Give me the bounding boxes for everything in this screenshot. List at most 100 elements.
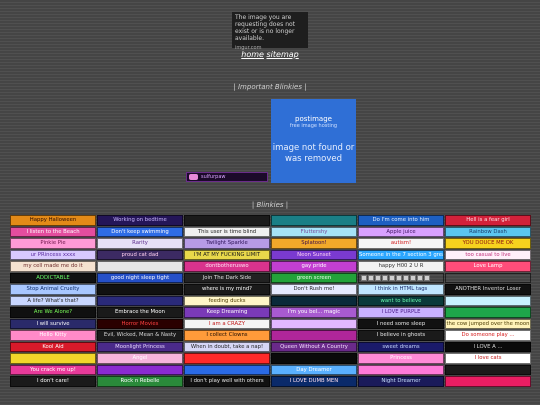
blinkie[interactable]: the cow jumped over the moon [445, 318, 531, 329]
blinkie[interactable]: I'M AT MY FUCKING LIMIT [184, 249, 270, 260]
blinkies-title: | Blinkies | [251, 201, 289, 209]
blinkie[interactable]: ur PRincess xxxx [10, 249, 96, 260]
blinkie[interactable]: Hello Kitty [10, 330, 96, 341]
blinkie-grid: Happy Halloween Working on bedtime Do I'm … [10, 215, 531, 387]
blinkie[interactable] [97, 261, 183, 272]
blinkie[interactable]: happy H00 2 U R [358, 261, 444, 272]
blinkie[interactable] [97, 284, 183, 295]
blinkie[interactable]: want to believe [358, 295, 444, 306]
blinkie[interactable] [271, 318, 357, 329]
blinkie[interactable]: dontbotheruswo [184, 261, 270, 272]
blinkie[interactable]: Pinkie Pie [10, 238, 96, 249]
blinkie[interactable]: sweet dreams [358, 341, 444, 352]
blinkie[interactable] [271, 215, 357, 226]
blinkie[interactable] [445, 307, 531, 318]
blinkie[interactable]: I think in HTML tags [358, 284, 444, 295]
blinkie[interactable]: Neon Sunset [271, 249, 357, 260]
broken-image-icon [382, 274, 388, 281]
blinkie[interactable]: Keep Dreaming [184, 307, 270, 318]
blinkie[interactable]: Night Dreamer [358, 376, 444, 387]
blinkie[interactable] [445, 364, 531, 375]
blinkie[interactable]: I need some sleep [358, 318, 444, 329]
blinkie[interactable]: I love cats [445, 353, 531, 364]
blinkie[interactable]: Rarity [97, 238, 183, 249]
blinkie[interactable] [445, 272, 531, 283]
blinkie[interactable]: too casual to live [445, 249, 531, 260]
blinkie[interactable]: I am a CRAZY [184, 318, 270, 329]
blinkie[interactable]: Rock n Rebelle [97, 376, 183, 387]
blinkie[interactable]: my cell made me do it [10, 261, 96, 272]
blinkie[interactable]: I'm you bel... magic [271, 307, 357, 318]
blinkie[interactable]: green screen [271, 272, 357, 283]
blinkie[interactable]: where is my mind? [184, 284, 270, 295]
blinkie[interactable]: Day Dreamer [271, 364, 357, 375]
blinkie[interactable]: Fluttershy [271, 226, 357, 237]
broken-image-icon [410, 274, 416, 281]
blinkie[interactable] [271, 330, 357, 341]
blinkie[interactable]: ADDICTABLE [10, 272, 96, 283]
blinkie[interactable]: Do I'm come into him [358, 215, 444, 226]
blinkie[interactable]: Don't keep swimming [97, 226, 183, 237]
blinkie[interactable]: Embrace the Moon [97, 307, 183, 318]
blinkie[interactable]: autism! [358, 238, 444, 249]
blinkie[interactable]: I listen to the Beach [10, 226, 96, 237]
blinkie[interactable]: Rainbow Dash [445, 226, 531, 237]
blinkie[interactable]: I LOVE PURPLE [358, 307, 444, 318]
blinkie[interactable] [271, 353, 357, 364]
blinkie[interactable]: Princess [358, 353, 444, 364]
blinkie[interactable]: I don't play well with others [184, 376, 270, 387]
blinkie[interactable]: Moonlight Princess [97, 341, 183, 352]
blinkie[interactable]: This user is time blind [184, 226, 270, 237]
blinkie[interactable]: proud cat dad [97, 249, 183, 260]
blinkie[interactable]: Twilight Sparkle [184, 238, 270, 249]
blinkie[interactable]: I don't care! [10, 376, 96, 387]
blinkie[interactable]: Horror Movies [97, 318, 183, 329]
blinkie[interactable]: ANOTHER Inventor Loser [445, 284, 531, 295]
broken-image-icon [417, 274, 423, 281]
blinkie[interactable]: I collect Clowns [184, 330, 270, 341]
blinkie[interactable] [184, 364, 270, 375]
blinkie[interactable]: Working on bedtime [97, 215, 183, 226]
blinkie[interactable] [271, 295, 357, 306]
blinkie[interactable]: YOU DOUCE ME OK [445, 238, 531, 249]
blinkie[interactable]: I will survive [10, 318, 96, 329]
blinkie[interactable]: Are We Alone? [10, 307, 96, 318]
blinkie[interactable]: Happy Halloween [10, 215, 96, 226]
blinkie[interactable] [445, 295, 531, 306]
blinkie[interactable]: Apple juice [358, 226, 444, 237]
blinkie[interactable]: I believe in ghosts [358, 330, 444, 341]
blinkie[interactable]: You crack me up! [10, 364, 96, 375]
important-blinkies-title: | Important Blinkies | [233, 83, 307, 91]
blinkie[interactable] [184, 353, 270, 364]
blinkie[interactable] [97, 364, 183, 375]
blinkie[interactable]: Stop Animal Cruelty [10, 284, 96, 295]
blinkie[interactable]: Someone in the 7 section 3 great [358, 249, 444, 260]
blinkie[interactable]: Do someone play ... [445, 330, 531, 341]
blinkie[interactable]: When in doubt, take a nap! [184, 341, 270, 352]
imgur-missing-image: The image you are requesting does not ex… [232, 12, 308, 51]
home-link[interactable]: home [241, 50, 264, 59]
blinkie[interactable]: I LOVE DUMB MEN [271, 376, 357, 387]
sitemap-link[interactable]: sitemap [267, 50, 299, 59]
blinkie[interactable]: feeding ducks [184, 295, 270, 306]
blinkie[interactable] [10, 353, 96, 364]
blinkie[interactable]: Evil, Wicked, Mean & Nasty [97, 330, 183, 341]
blinkie[interactable] [358, 364, 444, 375]
blinkie[interactable]: Love Lamp [445, 261, 531, 272]
blinkie[interactable]: Don't Rush me! [271, 284, 357, 295]
important-blinkie[interactable]: sulfurpaw [186, 172, 268, 182]
blinkie[interactable]: Join The Dark Side [184, 272, 270, 283]
blinkie[interactable]: good night sleep tight [97, 272, 183, 283]
broken-image-icon [403, 274, 409, 281]
blinkie[interactable]: Queen Without A Country [271, 341, 357, 352]
blinkie[interactable] [97, 295, 183, 306]
blinkie[interactable]: Kool Aid [10, 341, 96, 352]
blinkie[interactable]: Splatoon! [271, 238, 357, 249]
blinkie[interactable]: gay pride [271, 261, 357, 272]
blinkie[interactable]: I LOVE A ... [445, 341, 531, 352]
blinkie[interactable]: Angel [97, 353, 183, 364]
blinkie[interactable] [445, 376, 531, 387]
blinkie[interactable]: Hell is a fear girl [445, 215, 531, 226]
blinkie[interactable]: A life? What's that? [10, 295, 96, 306]
blinkie[interactable] [184, 215, 270, 226]
